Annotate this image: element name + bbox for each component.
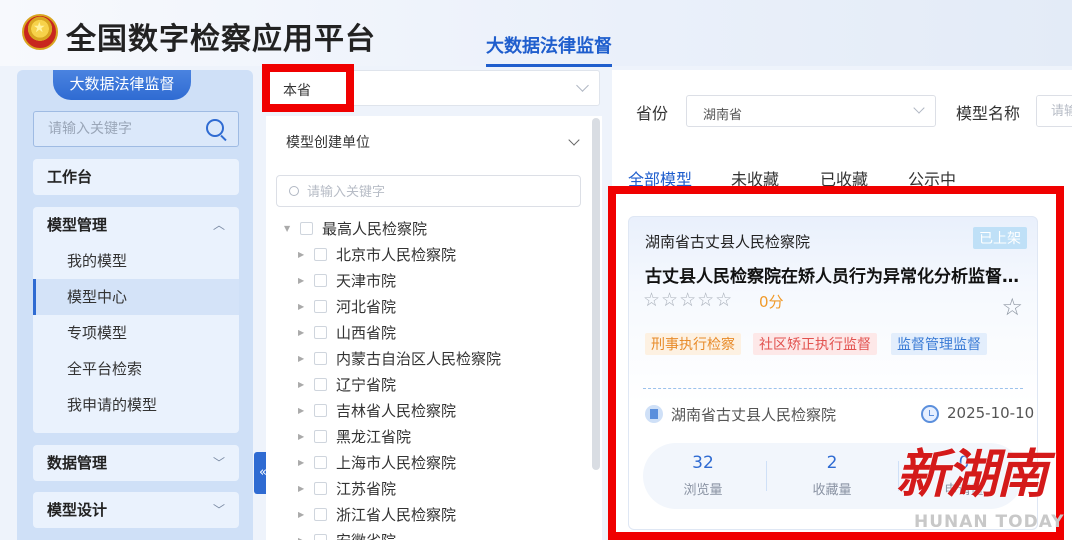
caret-right-icon[interactable]: ▶ bbox=[298, 242, 304, 268]
chevron-down-icon[interactable] bbox=[568, 134, 580, 146]
tree-node-checkbox[interactable] bbox=[314, 274, 327, 287]
province-select[interactable]: 湖南省 bbox=[686, 95, 936, 127]
caret-right-icon[interactable]: ▶ bbox=[298, 398, 304, 424]
tree-node[interactable]: ▶ 吉林省人民检察院 bbox=[282, 398, 582, 424]
tree-node-checkbox[interactable] bbox=[314, 300, 327, 313]
tree-node-checkbox[interactable] bbox=[314, 378, 327, 391]
province-label: 省份 bbox=[636, 104, 669, 123]
unit-filter-label[interactable]: 模型创建单位 bbox=[286, 132, 370, 152]
tab-big-data-supervision[interactable]: 大数据法律监督 bbox=[486, 32, 612, 67]
model-name-label: 模型名称 bbox=[956, 104, 1021, 123]
sidebar-item-my-models[interactable]: 我的模型 bbox=[33, 243, 239, 279]
caret-right-icon[interactable]: ▶ bbox=[298, 268, 304, 294]
sidebar-item-platform-search[interactable]: 全平台检索 bbox=[33, 351, 239, 387]
sidebar-search-input[interactable] bbox=[34, 112, 194, 146]
tree-node-label: 黑龙江省院 bbox=[336, 428, 412, 446]
sidebar-module-pill[interactable]: 大数据法律监督 bbox=[53, 70, 191, 100]
sidebar-item-model-center[interactable]: 模型中心 bbox=[33, 279, 239, 315]
tree-node-label: 最高人民检察院 bbox=[322, 220, 428, 238]
caret-right-icon[interactable]: ▶ bbox=[298, 450, 304, 476]
chevron-up-icon: ︿ bbox=[212, 218, 225, 232]
search-icon[interactable] bbox=[206, 119, 224, 137]
tree-node[interactable]: ▼ 最高人民检察院 bbox=[282, 216, 582, 242]
province-select-value: 湖南省 bbox=[703, 108, 743, 123]
tree-node[interactable]: ▶ 山西省院 bbox=[282, 320, 582, 346]
sidebar-group-data-management[interactable]: 数据管理 ﹀ bbox=[33, 445, 239, 481]
sidebar-item-label: 工作台 bbox=[47, 168, 93, 186]
tree-node-label: 辽宁省院 bbox=[336, 376, 397, 394]
tree-node[interactable]: ▶ 河北省院 bbox=[282, 294, 582, 320]
scrollbar[interactable] bbox=[592, 118, 600, 470]
chevron-down-icon: ﹀ bbox=[212, 456, 225, 470]
caret-right-icon[interactable]: ▶ bbox=[298, 346, 304, 372]
tree-node[interactable]: ▶ 黑龙江省院 bbox=[282, 424, 582, 450]
sidebar-group-label: 模型设计 bbox=[47, 501, 108, 519]
tree-node-label: 浙江省人民检察院 bbox=[336, 506, 457, 524]
sidebar-item-special-models[interactable]: 专项模型 bbox=[33, 315, 239, 351]
tree-node-label: 北京市人民检察院 bbox=[336, 246, 457, 264]
tree-node[interactable]: ▶ 上海市人民检察院 bbox=[282, 450, 582, 476]
model-name-input-wrap bbox=[1036, 95, 1072, 127]
unit-search-input[interactable] bbox=[307, 182, 567, 202]
tree-node-checkbox[interactable] bbox=[314, 404, 327, 417]
search-icon bbox=[289, 186, 299, 196]
sidebar-group-header[interactable]: 模型管理 ︿ bbox=[33, 207, 239, 243]
sidebar-item-workbench[interactable]: 工作台 bbox=[33, 159, 239, 195]
tree-node-checkbox[interactable] bbox=[314, 352, 327, 365]
tree-node-checkbox[interactable] bbox=[314, 456, 327, 469]
sidebar-group-label: 模型管理 bbox=[47, 216, 108, 234]
hunan-today-watermark: 新湖南 HUNAN TODAY bbox=[896, 432, 1072, 540]
tree-node-checkbox[interactable] bbox=[314, 326, 327, 339]
tree-node-label: 安徽省院 bbox=[336, 528, 396, 540]
tree-node-label: 江苏省院 bbox=[336, 480, 397, 498]
caret-right-icon[interactable]: ▶ bbox=[298, 320, 304, 346]
sidebar-group-label: 数据管理 bbox=[47, 454, 108, 472]
caret-right-icon[interactable]: ▶ bbox=[298, 502, 304, 528]
tree-node-checkbox[interactable] bbox=[314, 508, 327, 521]
unit-filter-panel: 模型创建单位 ▼最高人民检察院▶北京市人民检察院▶天津市院▶河北省院▶山西省院▶… bbox=[266, 116, 602, 540]
unit-tree: ▼ 最高人民检察院 ▶ 北京市人民检察院 ▶ 天津市院 ▶ 河北省院 ▶ 山西省院 ▶ 内蒙古自治区人… bbox=[282, 216, 582, 540]
tree-node-checkbox[interactable] bbox=[314, 430, 327, 443]
tree-node-checkbox[interactable] bbox=[300, 222, 313, 235]
chevron-down-icon bbox=[576, 79, 589, 92]
tree-node[interactable]: ▶ 北京市人民检察院 bbox=[282, 242, 582, 268]
caret-right-icon[interactable]: ▶ bbox=[298, 372, 304, 398]
tree-node[interactable]: ▶ 内蒙古自治区人民检察院 bbox=[282, 346, 582, 372]
tree-node-label: 河北省院 bbox=[336, 298, 397, 316]
tree-node-label: 山西省院 bbox=[336, 324, 397, 342]
app-header: ★ 全国数字检察应用平台 大数据法律监督 bbox=[0, 0, 1072, 67]
model-name-input[interactable] bbox=[1037, 96, 1072, 126]
tree-node-label: 吉林省人民检察院 bbox=[336, 402, 457, 420]
procuratorate-emblem-icon: ★ bbox=[22, 14, 58, 50]
sidebar-search bbox=[33, 111, 239, 147]
sidebar-item-my-applications[interactable]: 我申请的模型 bbox=[33, 387, 239, 423]
chevron-down-icon: ﹀ bbox=[212, 503, 225, 517]
unit-search bbox=[276, 175, 581, 207]
highlight-box bbox=[262, 64, 354, 112]
caret-right-icon[interactable]: ▶ bbox=[298, 476, 304, 502]
caret-right-icon[interactable]: ▶ bbox=[298, 294, 304, 320]
tree-node[interactable]: ▶ 安徽省院 bbox=[282, 528, 582, 540]
tree-node-label: 上海市人民检察院 bbox=[336, 454, 457, 472]
chevron-down-icon bbox=[913, 102, 925, 114]
tree-node-checkbox[interactable] bbox=[314, 248, 327, 261]
caret-right-icon[interactable]: ▶ bbox=[298, 424, 304, 450]
sidebar-group-model-design[interactable]: 模型设计 ﹀ bbox=[33, 492, 239, 528]
tree-node[interactable]: ▶ 辽宁省院 bbox=[282, 372, 582, 398]
caret-right-icon[interactable]: ▶ bbox=[298, 528, 304, 540]
watermark-en: HUNAN TODAY bbox=[914, 512, 1065, 532]
app-title: 全国数字检察应用平台 bbox=[66, 22, 376, 57]
tree-node-checkbox[interactable] bbox=[314, 482, 327, 495]
caret-down-icon[interactable]: ▼ bbox=[284, 216, 290, 242]
tree-node[interactable]: ▶ 浙江省人民检察院 bbox=[282, 502, 582, 528]
tree-node[interactable]: ▶ 天津市院 bbox=[282, 268, 582, 294]
watermark-cn: 新湖南 bbox=[896, 445, 1048, 505]
sidebar-group-model-management: 模型管理 ︿ 我的模型 模型中心 专项模型 全平台检索 我申请的模型 bbox=[33, 207, 239, 433]
sidebar: 大数据法律监督 工作台 模型管理 ︿ 我的模型 模型中心 专项模型 全平台检索 … bbox=[17, 70, 253, 540]
tree-node-checkbox[interactable] bbox=[314, 534, 327, 540]
tree-node-label: 天津市院 bbox=[336, 272, 397, 290]
tree-node-label: 内蒙古自治区人民检察院 bbox=[336, 350, 502, 368]
tree-node[interactable]: ▶ 江苏省院 bbox=[282, 476, 582, 502]
